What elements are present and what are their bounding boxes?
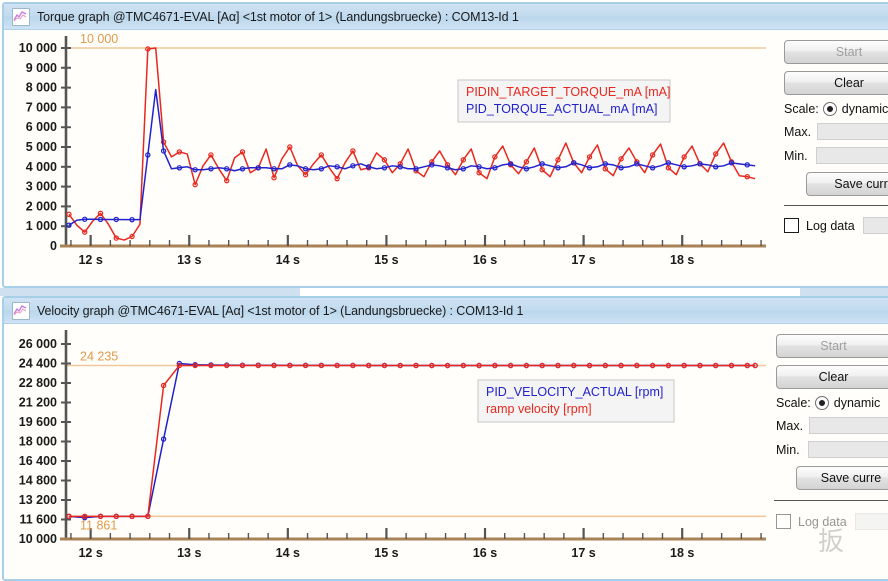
torque-client-area: 0 1 000 2 000 3 000 4 000 5 000 6 000 7 000 8 00… — [4, 30, 888, 286]
svg-text:13 s: 13 s — [177, 546, 201, 560]
velocity-client-area: 10 000 11 600 13 200 14 800 16 400 18 000 19 6… — [4, 324, 888, 579]
svg-text:16 s: 16 s — [473, 253, 497, 267]
torque-log-row: Log data — [784, 217, 888, 234]
velocity-scale-value[interactable]: dynamic — [834, 396, 881, 410]
velocity-max-input[interactable] — [809, 417, 888, 434]
svg-text:14 800: 14 800 — [19, 474, 57, 488]
torque-min-label: Min. — [784, 148, 808, 163]
svg-text:16 400: 16 400 — [19, 454, 57, 468]
svg-text:16 s: 16 s — [473, 546, 497, 560]
svg-text:2 000: 2 000 — [26, 199, 57, 213]
svg-text:15 s: 15 s — [374, 546, 398, 560]
svg-text:13 200: 13 200 — [19, 493, 57, 507]
svg-text:0: 0 — [50, 239, 57, 253]
velocity-title-text: Velocity graph @TMC4671-EVAL [Aα] <1st m… — [37, 303, 524, 318]
svg-text:24 400: 24 400 — [19, 357, 57, 371]
velocity-panel-divider — [774, 500, 888, 501]
svg-text:17 s: 17 s — [571, 253, 595, 267]
svg-text:26 000: 26 000 — [19, 337, 57, 351]
svg-text:18 000: 18 000 — [19, 435, 57, 449]
velocity-log-input[interactable] — [854, 513, 888, 530]
torque-log-input[interactable] — [862, 217, 888, 234]
velocity-save-current-button[interactable]: Save curre — [796, 466, 888, 490]
svg-text:21 200: 21 200 — [19, 396, 57, 410]
torque-graph-window: Torque graph @TMC4671-EVAL [Aα] <1st mot… — [2, 2, 888, 288]
torque-panel-divider — [784, 205, 888, 206]
svg-text:11 861: 11 861 — [80, 518, 117, 532]
svg-text:17 s: 17 s — [571, 546, 595, 560]
svg-text:15 s: 15 s — [374, 253, 398, 267]
velocity-clear-button[interactable]: Clear — [776, 365, 888, 389]
torque-max-input[interactable] — [817, 123, 888, 140]
velocity-max-label: Max. — [776, 418, 804, 433]
torque-max-row: Max. — [784, 123, 888, 140]
torque-save-current-button[interactable]: Save curr — [806, 172, 888, 196]
svg-text:6 000: 6 000 — [26, 120, 57, 134]
svg-text:10 000: 10 000 — [19, 41, 57, 55]
svg-text:4 000: 4 000 — [26, 160, 57, 174]
svg-text:10 000: 10 000 — [80, 32, 118, 46]
torque-side-panel: Start Clear Scale: dynamic Max. Min. Sav… — [774, 30, 888, 286]
svg-text:10 000: 10 000 — [19, 532, 57, 546]
svg-text:14 s: 14 s — [276, 546, 300, 560]
svg-text:19 600: 19 600 — [19, 415, 57, 429]
torque-log-label: Log data — [806, 218, 855, 233]
svg-text:5 000: 5 000 — [26, 140, 57, 154]
torque-start-button[interactable]: Start — [784, 40, 888, 64]
chart-icon — [12, 301, 30, 320]
svg-text:3 000: 3 000 — [26, 180, 57, 194]
velocity-scale-row: Scale: dynamic — [776, 396, 888, 410]
torque-min-input[interactable] — [815, 147, 888, 164]
torque-scale-value[interactable]: dynamic — [842, 102, 888, 116]
velocity-min-label: Min. — [776, 442, 800, 457]
torque-titlebar[interactable]: Torque graph @TMC4671-EVAL [Aα] <1st mot… — [4, 4, 888, 30]
svg-text:PIDIN_TARGET_TORQUE_mA [mA]: PIDIN_TARGET_TORQUE_mA [mA] — [466, 85, 670, 99]
torque-scale-radio[interactable] — [822, 102, 837, 116]
svg-text:11 600: 11 600 — [19, 513, 57, 527]
velocity-titlebar[interactable]: Velocity graph @TMC4671-EVAL [Aα] <1st m… — [4, 298, 888, 324]
torque-plot-area[interactable]: 0 1 000 2 000 3 000 4 000 5 000 6 000 7 000 8 00… — [4, 30, 774, 286]
svg-text:12 s: 12 s — [78, 546, 102, 560]
velocity-side-panel: Start Clear Scale: dynamic Max. Min. Sav… — [774, 324, 888, 579]
svg-text:1 000: 1 000 — [26, 219, 57, 233]
torque-clear-button[interactable]: Clear — [784, 71, 888, 95]
svg-text:PID_VELOCITY_ACTUAL [rpm]: PID_VELOCITY_ACTUAL [rpm] — [486, 385, 663, 399]
svg-text:14 s: 14 s — [276, 253, 300, 267]
velocity-graph-window: Velocity graph @TMC4671-EVAL [Aα] <1st m… — [2, 296, 888, 581]
torque-scale-row: Scale: dynamic — [784, 102, 888, 116]
svg-text:8 000: 8 000 — [26, 81, 57, 95]
svg-text:PID_TORQUE_ACTUAL_mA [mA]: PID_TORQUE_ACTUAL_mA [mA] — [466, 102, 658, 116]
velocity-log-row: Log data — [776, 513, 888, 530]
svg-text:9 000: 9 000 — [26, 61, 57, 75]
svg-text:22 800: 22 800 — [19, 376, 57, 390]
torque-log-checkbox[interactable] — [784, 218, 799, 233]
svg-text:12 s: 12 s — [78, 253, 102, 267]
velocity-min-input[interactable] — [807, 441, 888, 458]
velocity-min-row: Min. — [776, 441, 888, 458]
chart-icon — [12, 7, 30, 26]
velocity-start-button[interactable]: Start — [776, 334, 888, 358]
torque-min-row: Min. — [784, 147, 888, 164]
velocity-plot-area[interactable]: 10 000 11 600 13 200 14 800 16 400 18 000 19 6… — [4, 324, 774, 579]
torque-max-label: Max. — [784, 124, 812, 139]
velocity-max-row: Max. — [776, 417, 888, 434]
svg-text:7 000: 7 000 — [26, 100, 57, 114]
velocity-scale-radio[interactable] — [814, 396, 829, 410]
torque-title-text: Torque graph @TMC4671-EVAL [Aα] <1st mot… — [37, 9, 519, 24]
velocity-log-label: Log data — [798, 514, 847, 529]
velocity-scale-label: Scale: — [776, 396, 811, 410]
svg-text:13 s: 13 s — [177, 253, 201, 267]
velocity-plot-svg: 10 000 11 600 13 200 14 800 16 400 18 000 19 6… — [19, 330, 766, 560]
svg-text:24 235: 24 235 — [80, 350, 118, 364]
torque-plot-svg: 0 1 000 2 000 3 000 4 000 5 000 6 000 7 000 8 00… — [19, 32, 766, 267]
svg-text:ramp velocity [rpm]: ramp velocity [rpm] — [486, 402, 592, 416]
torque-scale-label: Scale: — [784, 102, 819, 116]
velocity-log-checkbox[interactable] — [776, 514, 791, 529]
svg-text:18 s: 18 s — [670, 253, 694, 267]
svg-text:18 s: 18 s — [670, 546, 694, 560]
